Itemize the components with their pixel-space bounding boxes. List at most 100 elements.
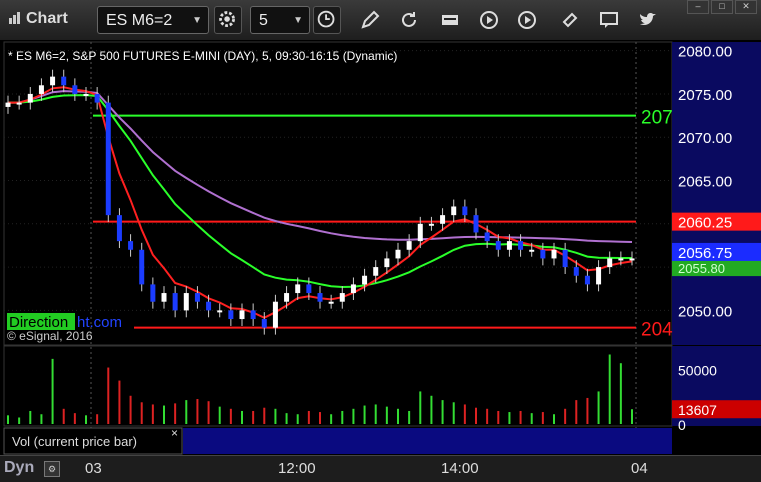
mode-label[interactable]: Dyn [4, 459, 34, 477]
candle [584, 275, 590, 285]
resistance-label: 2060.25 [678, 215, 732, 232]
chat-icon[interactable] [599, 10, 619, 30]
candle [194, 293, 200, 302]
candle [183, 293, 189, 311]
symbol-value: ES M6=2 [106, 12, 173, 29]
link-icon[interactable] [560, 10, 580, 30]
volume-panel-footer [183, 428, 672, 454]
candle [506, 241, 512, 250]
candle [317, 293, 323, 302]
candle [83, 93, 89, 96]
candle [339, 293, 345, 302]
candle [395, 249, 401, 259]
price-tick-label: 2065.00 [678, 174, 732, 191]
chevron-down-icon: ▼ [293, 15, 303, 26]
candle [239, 310, 245, 320]
candle [128, 241, 134, 250]
x-label-3: 04 [631, 460, 648, 477]
candle [116, 215, 122, 242]
x-label-1: 12:00 [278, 460, 316, 477]
x-label-0: 03 [85, 460, 102, 477]
chart-header: * ES M6=2, S&P 500 FUTURES E-MINI (DAY),… [8, 49, 397, 63]
chart-area[interactable]: 2080.002075.002070.002065.002060.002055.… [0, 40, 761, 455]
minimize-button[interactable]: – [687, 0, 709, 14]
candle [529, 249, 535, 252]
candle [150, 284, 156, 302]
twitter-icon[interactable] [638, 10, 658, 30]
candle [272, 301, 278, 328]
candle [618, 258, 624, 261]
candle [596, 267, 602, 285]
candle [306, 284, 312, 294]
play-circle-icon[interactable] [517, 10, 537, 30]
close-panel-icon[interactable]: × [171, 426, 178, 440]
candle [284, 293, 290, 302]
candle [5, 102, 11, 107]
candle [172, 293, 178, 311]
maximize-button[interactable]: □ [711, 0, 733, 14]
candle [27, 93, 33, 103]
candle [261, 319, 267, 328]
dynamic-settings-icon[interactable]: ⚙ [44, 461, 60, 477]
play-icon[interactable] [479, 10, 499, 30]
support-label: 204 [641, 320, 673, 341]
settings-button[interactable] [214, 6, 242, 34]
candle [373, 267, 379, 276]
interval-value: 5 [259, 12, 268, 29]
candle [440, 215, 446, 224]
app-title: Chart [8, 10, 68, 28]
candle [206, 301, 212, 311]
candle [250, 310, 256, 320]
candle [417, 223, 423, 242]
volume-tick-label: 50000 [678, 363, 717, 379]
app-title-text: Chart [26, 10, 68, 27]
candle [607, 258, 613, 268]
volume-tick-label: 0 [678, 417, 686, 433]
candle [362, 275, 368, 285]
window-controls: – □ ✕ [687, 0, 757, 14]
candle [384, 258, 390, 268]
last-price-label: 2056.75 [678, 245, 732, 262]
candle [228, 310, 234, 320]
x-label-2: 14:00 [441, 460, 479, 477]
pencil-icon[interactable] [360, 10, 380, 30]
candle [139, 249, 145, 285]
volume-last-label: 13607 [678, 402, 717, 418]
green-level-label: 207 [641, 108, 673, 129]
candle [484, 232, 490, 242]
price-tick-label: 2070.00 [678, 130, 732, 147]
candle [50, 76, 56, 86]
candle [161, 293, 167, 302]
copyright: © eSignal, 2016 [7, 329, 93, 343]
candle [38, 85, 44, 94]
candle [562, 249, 568, 268]
gear-icon [219, 11, 235, 27]
candle [428, 223, 434, 226]
candle [295, 284, 301, 294]
candle [72, 85, 78, 94]
price-tick-label: 2075.00 [678, 87, 732, 104]
candle [540, 249, 546, 259]
close-button[interactable]: ✕ [735, 0, 757, 14]
candle [16, 102, 22, 105]
symbol-select[interactable]: ES M6=2 ▼ [97, 6, 209, 34]
candle [551, 249, 557, 259]
refresh-icon[interactable] [399, 10, 419, 30]
candle [462, 206, 468, 216]
candle [94, 93, 100, 103]
candle [105, 102, 111, 216]
interval-select[interactable]: 5 ▼ [250, 6, 310, 34]
candle [217, 310, 223, 313]
candle [518, 241, 524, 250]
volume-panel-title: Vol (current price bar) [12, 434, 137, 449]
candle [473, 215, 479, 233]
candle [495, 241, 501, 250]
candle [573, 267, 579, 276]
candle [61, 76, 67, 86]
candle [451, 206, 457, 216]
title-bar: Chart ES M6=2 ▼ 5 ▼ – □ ✕ [0, 0, 761, 41]
price-tick-label: 2080.00 [678, 44, 732, 61]
time-button[interactable] [313, 6, 341, 34]
get-icon[interactable] [440, 10, 460, 30]
candle [350, 284, 356, 294]
